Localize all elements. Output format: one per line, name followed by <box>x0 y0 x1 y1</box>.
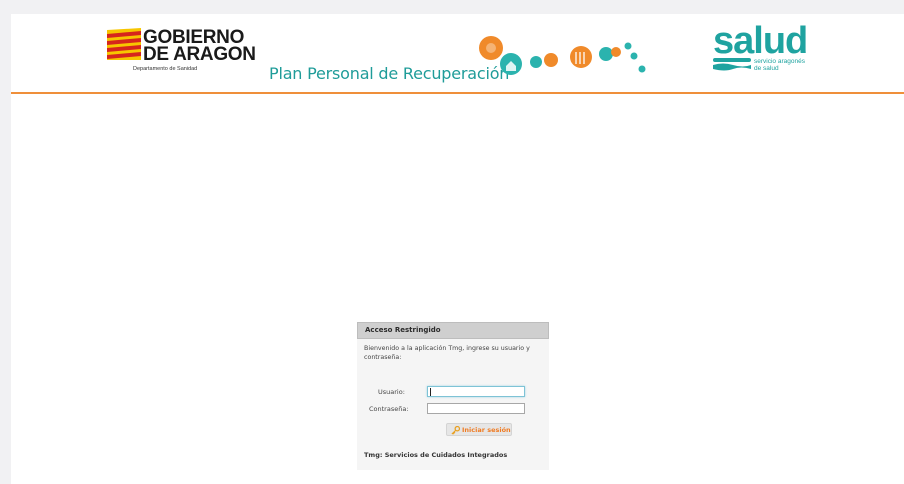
page: GOBIERNO DE ARAGON Departamento de Sanid… <box>11 14 904 484</box>
username-label: Usuario: <box>378 388 405 396</box>
password-label: Contraseña: <box>369 405 409 413</box>
gobierno-aragon-logo: GOBIERNO DE ARAGON Departamento de Sanid… <box>107 26 257 76</box>
salud-waves-icon <box>713 58 751 71</box>
aragon-text: DE ARAGON <box>143 44 256 65</box>
recovery-circles-graphic <box>479 36 646 75</box>
text-caret <box>430 388 431 396</box>
salud-subtitle-line2: de salud <box>754 65 779 72</box>
password-input[interactable] <box>427 403 525 414</box>
salud-wordmark: salud <box>713 20 808 62</box>
login-button[interactable]: Iniciar sesión <box>446 423 512 436</box>
salud-logo: salud servicio aragonés de salud <box>713 20 823 78</box>
login-button-label: Iniciar sesión <box>462 426 511 434</box>
aragon-flag-icon <box>107 28 141 60</box>
header-divider <box>11 92 904 94</box>
department-text: Departamento de Sanidad <box>133 66 198 72</box>
salud-subtitle: servicio aragonés de salud <box>754 58 805 72</box>
login-title: Acceso Restringido <box>357 322 549 339</box>
username-input[interactable] <box>427 386 525 397</box>
login-footer: Tmg: Servicios de Cuidados Integrados <box>364 451 508 459</box>
login-panel: Acceso Restringido Bienvenido a la aplic… <box>357 322 549 470</box>
key-icon <box>451 425 460 435</box>
salud-subtitle-line1: servicio aragonés <box>754 58 805 65</box>
login-welcome-text: Bienvenido a la aplicación Tmg, ingrese … <box>364 345 530 361</box>
header: GOBIERNO DE ARAGON Departamento de Sanid… <box>11 14 904 92</box>
